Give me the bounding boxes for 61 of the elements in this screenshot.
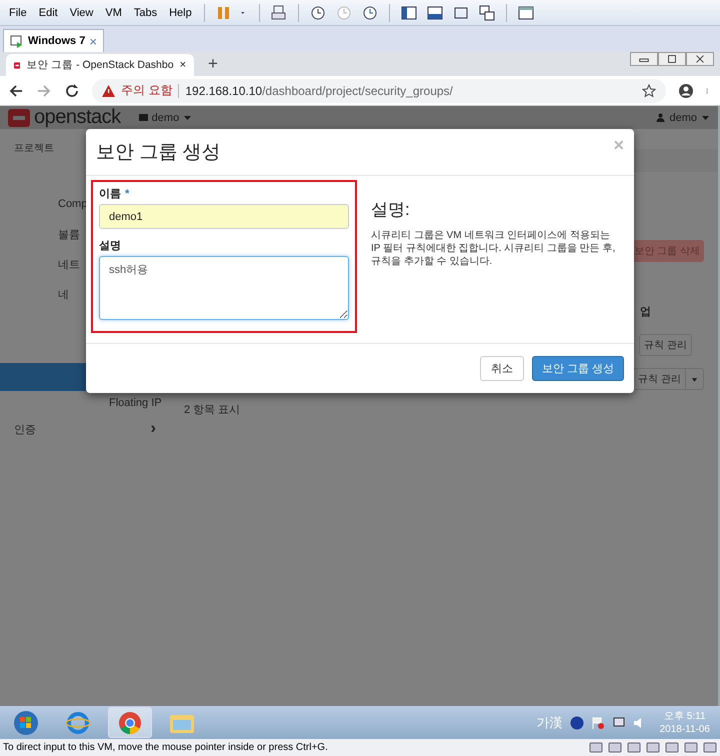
name-input[interactable]: demo1 [99,204,349,229]
user-menu[interactable]: demo [669,112,697,124]
minimize-icon[interactable] [630,52,658,66]
browser-tab[interactable]: 보안 그룹 - OpenStack Dashbo × [6,54,194,76]
manage-rules-button[interactable]: 규칙 관리 [639,334,692,356]
reload-icon[interactable] [64,82,80,98]
dropdown-button[interactable] [686,368,704,390]
chevron-icon[interactable]: › [150,420,156,438]
vm-tab[interactable]: Windows 7 × [3,29,104,52]
security-warning: 주의 요함 [121,82,172,99]
field-label: 이름 * [99,187,130,202]
new-tab-button[interactable]: + [208,54,218,74]
close-icon[interactable]: × [180,59,186,71]
close-icon[interactable]: × [89,34,97,48]
chrome-icon[interactable] [108,707,152,738]
restore-icon[interactable] [658,52,686,66]
menu-item[interactable]: View [64,6,98,18]
user-icon [656,113,666,122]
flag-icon[interactable] [590,716,605,730]
field-label: 설명 [99,239,122,254]
menu-item[interactable]: Tabs [128,6,162,18]
sidebar-item[interactable]: Floating IP [109,397,162,409]
menu-item[interactable]: VM [100,6,127,18]
menu-item[interactable]: File [4,6,32,18]
logo-icon [8,108,30,126]
back-icon[interactable] [8,82,24,98]
url-text: 192.168.10.10/dashboard/project/security_groups/ [185,84,453,98]
help-title: 설명: [371,199,411,221]
panel-icon[interactable] [426,4,444,22]
sidebar-heading: 프로젝트 [14,142,54,155]
address-bar[interactable]: 주의 요함 192.168.10.10/dashboard/project/security_groups/ [92,78,666,102]
description-input[interactable]: ssh허용 [99,256,349,320]
column-header: 업 [640,305,651,320]
cancel-button[interactable]: 취소 [480,356,524,381]
menu-item[interactable]: Edit [34,6,63,18]
sidebar-icon[interactable] [400,4,418,22]
close-icon[interactable] [686,52,714,66]
modal-title: 보안 그룹 생성 [96,141,221,165]
console-icon[interactable] [516,4,535,22]
clock[interactable]: 오후 5:11 2018-11-06 [654,710,716,736]
star-icon[interactable] [642,84,656,98]
item-count: 2 항목 표시 [184,403,242,417]
warning-icon [102,84,115,96]
status-text: To direct input to this VM, move the mouse pointer inside or press Ctrl+G. [3,742,328,753]
help-text: 시큐리티 그룹은 VM 네트워크 인터페이스에 적용되는 IP 필터 규칙에대한 집합니다. 시큐리티 그룹을 만든 후, 규칙을 추가할 수 있습니다. [371,229,616,268]
menu-item[interactable]: Help [164,6,197,18]
manage-rules-button[interactable]: 규칙 관리 [633,368,686,390]
caret-icon[interactable] [183,113,192,122]
windows-icon[interactable] [478,4,496,22]
create-button[interactable]: 보안 그룹 생성 [532,356,624,381]
logo-text: openstack [34,106,121,129]
project-selector[interactable]: demo [152,112,180,124]
vm-icon [10,34,24,48]
sidebar-section[interactable]: 인증 [14,422,36,436]
account-icon[interactable] [678,82,694,98]
clock-icon[interactable] [360,4,379,22]
clock-icon[interactable] [308,4,327,22]
sidebar-item[interactable]: 네트 [58,249,80,279]
sidebar-item[interactable]: 볼륨 [58,219,80,249]
sidebar-item[interactable]: 네 [58,279,69,309]
caret-icon[interactable] [701,113,710,122]
